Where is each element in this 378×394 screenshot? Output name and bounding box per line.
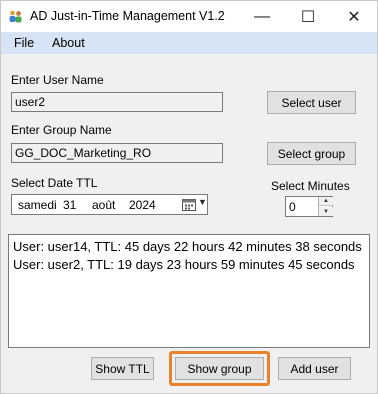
maximize-icon: ☐ (300, 8, 316, 26)
maximize-button[interactable]: ☐ (285, 1, 331, 32)
minimize-icon: — (254, 7, 270, 25)
stepper-up-icon[interactable]: ▲ (319, 197, 333, 206)
calendar-icon[interactable] (182, 198, 196, 211)
date-ttl-label: Select Date TTL (11, 176, 98, 190)
title-bar: AD Just-in-Time Management V1.2 — ☐ ✕ (1, 1, 377, 32)
date-year: 2024 (129, 198, 156, 212)
user-name-input[interactable]: user2 (11, 92, 223, 112)
close-icon: ✕ (347, 8, 361, 26)
close-button[interactable]: ✕ (331, 1, 377, 32)
stepper-down-icon[interactable]: ▼ (319, 207, 333, 216)
show-ttl-button[interactable]: Show TTL (91, 357, 154, 380)
date-picker[interactable]: samedi 31 août 2024 ▼ (11, 194, 208, 215)
date-weekday: samedi (18, 198, 57, 212)
group-name-input[interactable]: GG_DOC_Marketing_RO (11, 143, 223, 163)
app-window: AD Just-in-Time Management V1.2 — ☐ ✕ Fi… (0, 0, 378, 394)
chevron-down-icon[interactable]: ▼ (198, 197, 207, 207)
menu-about[interactable]: About (52, 36, 85, 50)
add-user-button[interactable]: Add user (278, 357, 351, 380)
minutes-label: Select Minutes (271, 179, 350, 193)
menu-bar: File About (1, 32, 377, 54)
date-month: août (92, 198, 116, 212)
select-user-button[interactable]: Select user (267, 91, 356, 114)
minutes-value[interactable]: 0 (289, 200, 296, 214)
select-group-button[interactable]: Select group (267, 142, 356, 165)
output-line: User: user2, TTL: 19 days 23 hours 59 mi… (13, 257, 355, 272)
user-name-label: Enter User Name (11, 73, 104, 87)
group-name-label: Enter Group Name (11, 123, 112, 137)
menu-file[interactable]: File (14, 36, 34, 50)
users-app-icon (9, 10, 22, 23)
output-line: User: user14, TTL: 45 days 22 hours 42 m… (13, 239, 362, 254)
minimize-button[interactable]: — (239, 1, 285, 32)
window-title: AD Just-in-Time Management V1.2 (30, 9, 225, 23)
show-group-button[interactable]: Show group (175, 357, 264, 380)
ttl-output-box[interactable]: User: user14, TTL: 45 days 22 hours 42 m… (8, 234, 370, 348)
stepper-buttons: ▲ ▼ (318, 197, 333, 216)
date-day: 31 (63, 198, 77, 212)
minutes-stepper[interactable]: 0 ▲ ▼ (285, 196, 333, 217)
